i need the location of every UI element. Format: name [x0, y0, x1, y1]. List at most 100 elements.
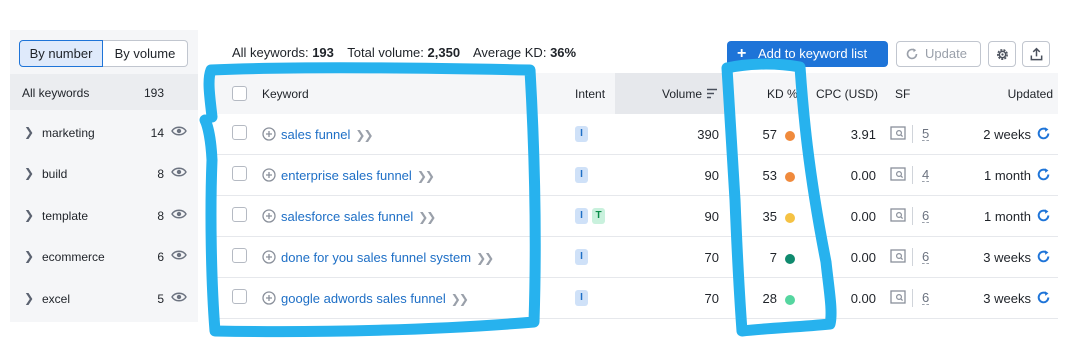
table-row: salesforce sales funnel ❯❯ I T 90 35 0.00… — [213, 196, 1058, 237]
by-number-toggle[interactable]: By number — [19, 40, 103, 67]
total-volume-value: 2,350 — [427, 45, 461, 60]
col-cpc[interactable]: CPC (USD) — [816, 87, 878, 101]
sidebar-item-template[interactable]: ❯ template 8 — [10, 194, 198, 235]
all-keywords-value: 193 — [312, 45, 334, 60]
sf-count[interactable]: 6 — [922, 250, 930, 264]
cpc-cell: 3.91 — [850, 127, 876, 142]
export-button[interactable] — [1022, 41, 1050, 67]
chevron-right-icon[interactable]: ❯ — [24, 249, 34, 263]
keyword-text[interactable]: done for you sales funnel system — [281, 250, 471, 265]
eye-icon[interactable] — [171, 291, 187, 306]
sidebar-item-count: 8 — [157, 167, 164, 181]
keyword-text[interactable]: enterprise sales funnel — [281, 168, 412, 183]
volume-cell: 390 — [697, 127, 719, 142]
sf-count[interactable]: 6 — [922, 291, 930, 305]
sf-divider — [912, 248, 913, 266]
keyword-link[interactable]: google adwords sales funnel ❯❯ — [281, 291, 469, 306]
eye-icon[interactable] — [171, 208, 187, 223]
add-to-keyword-list-button[interactable]: + Add to keyword list — [727, 41, 888, 67]
volume-cell: 70 — [704, 291, 719, 306]
eye-icon[interactable] — [171, 125, 187, 140]
keyword-text[interactable]: salesforce sales funnel — [281, 209, 413, 224]
keyword-link[interactable]: salesforce sales funnel ❯❯ — [281, 209, 436, 224]
open-serp-icon[interactable]: ❯❯ — [418, 210, 436, 224]
serp-features-icon[interactable] — [890, 167, 906, 184]
eye-icon[interactable] — [171, 249, 187, 264]
intent-badge: I — [575, 126, 588, 142]
add-keyword-icon[interactable] — [262, 209, 276, 226]
eye-icon[interactable] — [171, 166, 187, 181]
refresh-icon[interactable] — [1036, 290, 1051, 308]
add-keyword-icon[interactable] — [262, 127, 276, 144]
keyword-link[interactable]: sales funnel ❯❯ — [281, 127, 374, 142]
sidebar-item-marketing[interactable]: ❯ marketing 14 — [10, 111, 198, 152]
table-row: sales funnel ❯❯ I 390 57 3.91 5 2 weeks — [213, 114, 1058, 155]
chevron-right-icon[interactable]: ❯ — [24, 208, 34, 222]
kd-cell: 28 — [762, 291, 777, 306]
row-checkbox[interactable] — [232, 248, 247, 263]
group-sort-toggle: By number By volume — [19, 40, 188, 67]
sidebar-item-build[interactable]: ❯ build 8 — [10, 152, 198, 193]
sidebar-item-label: template — [42, 209, 89, 223]
add-keyword-icon[interactable] — [262, 168, 276, 185]
kd-difficulty-dot — [785, 254, 795, 264]
serp-features-icon[interactable] — [890, 126, 906, 143]
col-keyword[interactable]: Keyword — [262, 87, 309, 101]
col-updated[interactable]: Updated — [1008, 87, 1053, 101]
open-serp-icon[interactable]: ❯❯ — [417, 169, 435, 183]
col-kd[interactable]: KD % — [767, 87, 798, 101]
refresh-icon[interactable] — [1036, 249, 1051, 267]
sf-count[interactable]: 6 — [922, 209, 930, 223]
volume-cell: 90 — [704, 168, 719, 183]
col-intent[interactable]: Intent — [575, 87, 605, 101]
sidebar-item-excel[interactable]: ❯ excel 5 — [10, 277, 198, 318]
volume-cell: 70 — [704, 250, 719, 265]
update-button[interactable]: Update — [896, 41, 981, 67]
keyword-groups-sidebar: By number By volume All keywords 193 ❯ m… — [10, 30, 198, 322]
refresh-icon[interactable] — [1036, 126, 1051, 144]
sf-divider — [912, 125, 913, 143]
sf-count[interactable]: 4 — [922, 168, 930, 182]
row-checkbox[interactable] — [232, 166, 247, 181]
kd-difficulty-dot — [785, 172, 795, 182]
intent-badge: T — [592, 208, 605, 224]
serp-features-icon[interactable] — [890, 208, 906, 225]
add-keyword-icon[interactable] — [262, 291, 276, 308]
sidebar-item-label: build — [42, 167, 68, 181]
sort-descending-icon[interactable] — [706, 87, 718, 102]
chevron-right-icon[interactable]: ❯ — [24, 291, 34, 305]
refresh-icon[interactable] — [1036, 167, 1051, 185]
row-checkbox[interactable] — [232, 289, 247, 304]
sf-divider — [912, 166, 913, 184]
sf-divider — [912, 207, 913, 225]
sidebar-item-all-keywords[interactable]: All keywords 193 — [10, 74, 198, 110]
sidebar-item-ecommerce[interactable]: ❯ ecommerce 6 — [10, 235, 198, 276]
keyword-text[interactable]: sales funnel — [281, 127, 350, 142]
select-all-checkbox[interactable] — [232, 86, 247, 101]
row-checkbox[interactable] — [232, 125, 247, 140]
settings-button[interactable] — [988, 41, 1016, 67]
serp-features-icon[interactable] — [890, 290, 906, 307]
sidebar-item-label: ecommerce — [42, 250, 105, 264]
open-serp-icon[interactable]: ❯❯ — [355, 128, 373, 142]
kd-difficulty-dot — [785, 131, 795, 141]
sidebar-item-label: All keywords — [22, 86, 90, 100]
refresh-icon[interactable] — [1036, 208, 1051, 226]
open-serp-icon[interactable]: ❯❯ — [451, 292, 469, 306]
chevron-right-icon[interactable]: ❯ — [24, 125, 34, 139]
cpc-cell: 0.00 — [850, 291, 876, 306]
sidebar-item-count: 14 — [150, 126, 164, 140]
col-sf[interactable]: SF — [895, 87, 910, 101]
add-keyword-icon[interactable] — [262, 250, 276, 267]
sf-count[interactable]: 5 — [922, 127, 930, 141]
serp-features-icon[interactable] — [890, 249, 906, 266]
col-volume[interactable]: Volume — [662, 87, 702, 101]
row-checkbox[interactable] — [232, 207, 247, 222]
chevron-right-icon[interactable]: ❯ — [24, 166, 34, 180]
keyword-link[interactable]: done for you sales funnel system ❯❯ — [281, 250, 494, 265]
updated-cell: 1 month — [984, 168, 1031, 183]
by-volume-toggle[interactable]: By volume — [103, 40, 188, 67]
keyword-link[interactable]: enterprise sales funnel ❯❯ — [281, 168, 435, 183]
open-serp-icon[interactable]: ❯❯ — [476, 251, 494, 265]
keyword-text[interactable]: google adwords sales funnel — [281, 291, 446, 306]
